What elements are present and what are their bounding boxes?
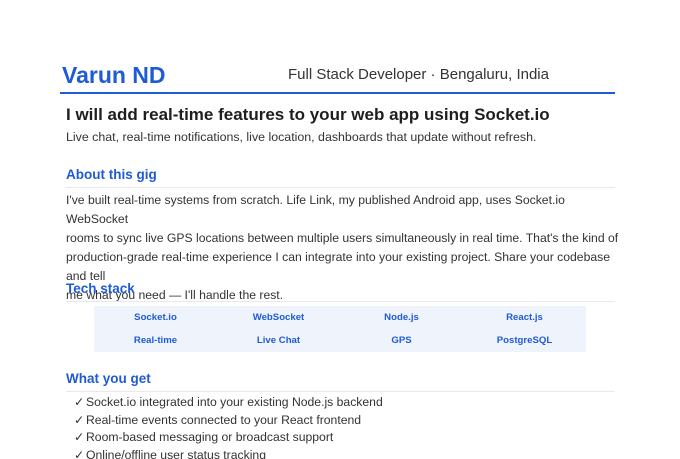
about-line: rooms to sync live GPS locations between… (66, 231, 619, 245)
list-item: ✓ Online/offline user status tracking (74, 447, 383, 459)
checkmark-icon: ✓ (74, 447, 85, 459)
gig-subtitle: Live chat, real-time notifications, live… (66, 130, 537, 144)
tech-tag: Live Chat (256, 334, 301, 346)
checkmark-icon: ✓ (74, 412, 85, 427)
seller-name: Varun ND (62, 62, 166, 88)
what-you-get-heading: What you get (66, 370, 615, 392)
deliverables-list: ✓ Socket.io integrated into your existing… (74, 394, 383, 459)
list-item: ✓ Socket.io integrated into your existing… (74, 394, 383, 412)
tech-tag: PostgreSQL (496, 334, 553, 346)
tech-tag: Socket.io (134, 311, 177, 323)
list-item: ✓ Real-time events connected to your Reac… (74, 412, 383, 430)
tech-stack-heading: Tech stack (66, 280, 615, 302)
checkmark-icon: ✓ (74, 430, 85, 445)
checkmark-icon: ✓ (74, 395, 85, 409)
list-item-text: Real-time events connected to your React… (86, 412, 362, 427)
tech-tag: React.js (506, 311, 543, 323)
about-line: I've built real-time systems from scratc… (66, 193, 565, 226)
list-item-text: Room-based messaging or broadcast suppor… (86, 430, 334, 445)
profile-header: Varun ND Full Stack Developer · Bengalur… (60, 58, 615, 94)
tech-tag: Node.js (384, 311, 419, 323)
list-item-text: Online/offline user status tracking (86, 447, 266, 459)
gig-title: I will add real-time features to your we… (66, 105, 550, 124)
gig-page: Varun ND Full Stack Developer · Bengalur… (0, 0, 680, 459)
tech-tag: WebSocket (252, 311, 305, 323)
list-item-text: Socket.io integrated into your existing … (86, 395, 383, 409)
tech-stack-grid: Socket.io WebSocket Node.js React.js Rea… (94, 306, 586, 352)
tech-tag: GPS (391, 334, 412, 346)
tech-tag: Real-time (133, 334, 178, 346)
list-item: ✓ Room-based messaging or broadcast suppo… (74, 429, 383, 447)
seller-tagline: Full Stack Developer · Bengaluru, India (288, 66, 549, 83)
about-heading: About this gig (66, 166, 615, 188)
